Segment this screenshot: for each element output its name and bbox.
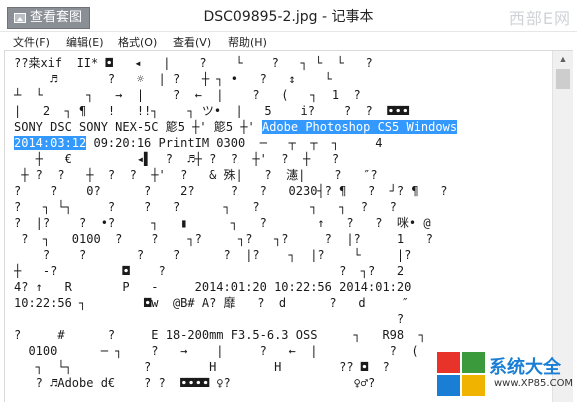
text-line: ? ┐ └┐ ? ? ? ┐ ? ┐ ┐ ? ? bbox=[14, 200, 397, 214]
text-line: SONY DSC SONY NEX-5C 簓5 ┼' 簓5 ┼' Adobe P… bbox=[14, 119, 458, 135]
menu-help[interactable]: 帮助(H) bbox=[228, 34, 267, 50]
text-line: ? |? ? •? ┐ ▮ ┐ ? ↑ ? ? 咪• @ bbox=[14, 216, 431, 230]
logo-text: 系统大全 bbox=[489, 357, 561, 378]
logo-quadrant bbox=[462, 352, 485, 373]
text-segment: SONY DSC SONY NEX-5C 簓5 ┼' 簓5 ┼' bbox=[14, 120, 255, 134]
title-bar: 查看套图 DSC09895-2.jpg - 记事本 西部E网 bbox=[0, 0, 577, 32]
watermark-logo: 西部E网 bbox=[508, 9, 571, 28]
menu-edit[interactable]: 编辑(E) bbox=[66, 34, 104, 50]
text-line: 0100 ─ ┐ ? → | ? ← | ? ( bbox=[14, 344, 419, 358]
text-line: ? ┐ 0100 ? ? ┐? ┐? ┐? ? |? 1 ? bbox=[14, 232, 434, 246]
text-line: ??桒xif II* ◘ ◂ | ? └ ? ┐ └ └ ? bbox=[14, 56, 373, 70]
menu-file[interactable]: 文件(F) bbox=[13, 34, 50, 50]
text-line: 2014:03:12 09:20:16 PrintIM 0300 ─ ┬ ┬ ┐… bbox=[14, 135, 382, 151]
text-line: ? ? ? ? ? |? ┐ |? └ |? bbox=[14, 248, 412, 262]
text-line: ┐ └┐ ? H H ?? ◘ ? bbox=[14, 360, 390, 374]
scroll-up-arrow-icon[interactable]: ▲ bbox=[553, 51, 573, 68]
text-line: ┼ -? ◘ ? ? ┐? 2 bbox=[14, 264, 405, 278]
text-line: ┴ └ ┐ → | ? ← | ? ( ┐ 1 ? bbox=[14, 88, 361, 102]
text-line: ? ♬Adobe d€ ? ? ◘◘◘◘ ♀? ♀♂? bbox=[14, 376, 376, 390]
text-line: ? bbox=[14, 312, 405, 326]
logo-quadrant bbox=[437, 375, 460, 396]
menu-format[interactable]: 格式(O) bbox=[118, 34, 157, 50]
text-segment: 09:20:16 PrintIM 0300 ─ ┬ ┬ ┐ 4 bbox=[86, 136, 383, 150]
text-line: ? # ? E 18-200mm F3.5-6.3 OSS ┐ R98 ┐ bbox=[14, 328, 426, 342]
logo-url: www.XP85.COM bbox=[494, 378, 574, 389]
selected-text[interactable]: 2014:03:12 bbox=[14, 136, 87, 150]
text-line: 4? ↑ R P - 2014:01:20 10:22:56 2014:01:2… bbox=[14, 280, 412, 294]
text-line: ? ? 0? ? 2? ? ? 0230┤? ¶ ? ┘? ¶ ? bbox=[14, 184, 448, 198]
text-line: | 2 ┐ ¶ ! !!┐ ┐ ツ• | 5 i? ? ? ◘◘◘ bbox=[14, 104, 409, 118]
logo-quadrant bbox=[462, 375, 485, 396]
window-title: DSC09895-2.jpg - 记事本 bbox=[203, 9, 374, 25]
menu-view[interactable]: 查看(V) bbox=[173, 34, 211, 50]
text-line: ┼ € ◂▌ ? ♬┼ ? ? ┼' ? ┼ ? bbox=[14, 152, 340, 166]
text-line: ┼ ? ? ┼ ? ? ┼' ? & 殊| ? 瀗| ? ″? bbox=[14, 168, 378, 182]
text-line: ♬ ? ☼ | ? ┼ ┐ • ? ↕ └ bbox=[14, 72, 332, 86]
scroll-thumb[interactable] bbox=[556, 69, 570, 89]
menu-bar: 文件(F) 编辑(E) 格式(O) 查看(V) 帮助(H) bbox=[0, 32, 577, 50]
logo-quadrant bbox=[437, 352, 460, 373]
selected-text[interactable]: Adobe Photoshop CS5 Windows bbox=[261, 120, 458, 134]
text-line: 10:22:56 ┐ ◘w @B# A? 靡 ? d ? d ″ bbox=[14, 296, 409, 310]
windows-logo-icon bbox=[437, 352, 487, 398]
site-logo: 系统大全 www.XP85.COM bbox=[437, 350, 577, 402]
